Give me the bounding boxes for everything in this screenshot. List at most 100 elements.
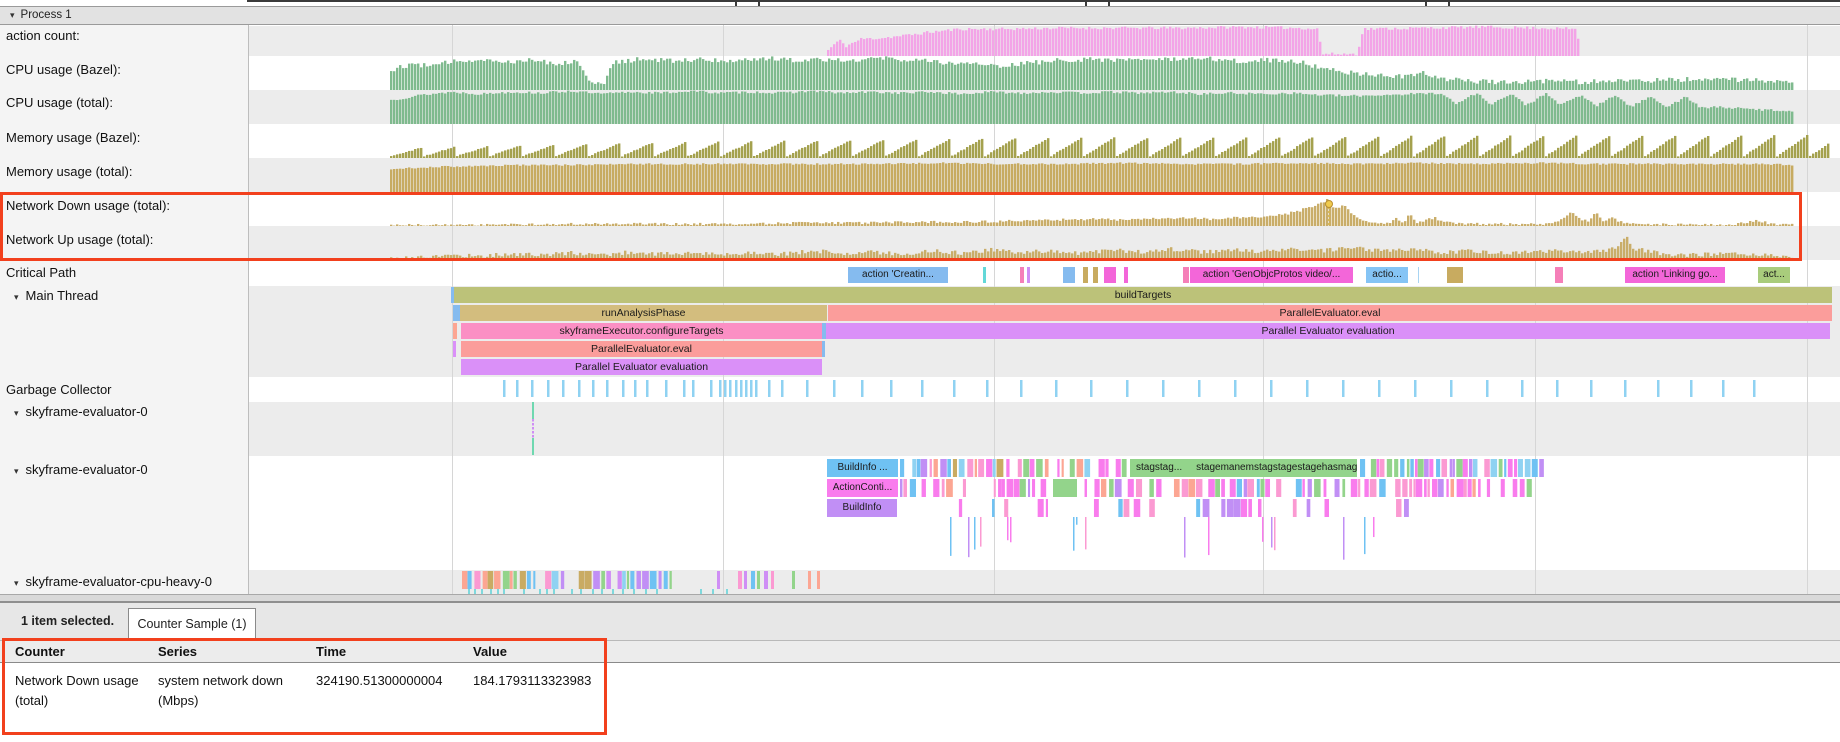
column-header-counter[interactable]: Counter bbox=[15, 641, 65, 662]
critical-path-slice[interactable]: action 'Creatin... bbox=[848, 267, 948, 283]
histogram-bar bbox=[1188, 58, 1190, 90]
panel-splitter[interactable] bbox=[0, 594, 1840, 603]
histogram-bar bbox=[1635, 80, 1637, 90]
histogram-bar bbox=[1530, 223, 1532, 226]
critical-path-slice[interactable] bbox=[1124, 267, 1128, 283]
skyframe-slice[interactable]: BuildInfo ... bbox=[827, 459, 898, 477]
histogram-bar bbox=[1686, 97, 1688, 124]
collapse-arrow-icon[interactable]: ▾ bbox=[14, 408, 19, 418]
histogram-bar bbox=[630, 252, 632, 260]
histogram-bar bbox=[1566, 163, 1568, 192]
sidebar-item-skyframe-evaluator-0[interactable]: ▾skyframe-evaluator-0 bbox=[14, 462, 148, 478]
skyframe-slice[interactable]: BuildInfo bbox=[827, 499, 897, 517]
thread-slice[interactable] bbox=[453, 341, 456, 357]
histogram-bar bbox=[1053, 253, 1055, 260]
column-header-value[interactable]: Value bbox=[473, 641, 507, 662]
histogram-bar bbox=[1725, 108, 1727, 124]
histogram-bar bbox=[1113, 137, 1115, 158]
critical-path-slice[interactable]: action 'Linking go... bbox=[1625, 267, 1725, 283]
histogram-bar bbox=[942, 223, 944, 226]
critical-path-slice[interactable] bbox=[1093, 267, 1098, 283]
histogram-bar bbox=[1740, 222, 1742, 226]
thread-slice[interactable]: ParallelEvaluator.eval bbox=[828, 305, 1832, 321]
critical-path-slice[interactable] bbox=[1104, 267, 1116, 283]
critical-path-slice[interactable] bbox=[1063, 267, 1075, 283]
histogram-bar bbox=[645, 145, 647, 158]
histogram-bar bbox=[624, 164, 626, 192]
histogram-bar bbox=[1671, 225, 1673, 226]
histogram-bar bbox=[576, 92, 578, 124]
histogram-bar bbox=[1722, 78, 1724, 90]
histogram-bar bbox=[909, 164, 911, 192]
column-header-time[interactable]: Time bbox=[316, 641, 346, 662]
critical-path-slice[interactable] bbox=[1447, 267, 1463, 283]
skyframe-stage-slice[interactable]: stagstag...stagemanemstagstagestagehasma… bbox=[1130, 459, 1357, 477]
histogram-bar bbox=[1395, 146, 1397, 158]
histogram-bar bbox=[789, 92, 791, 124]
collapse-arrow-icon[interactable]: ▾ bbox=[14, 466, 19, 476]
thread-slice[interactable] bbox=[822, 341, 825, 357]
histogram-bar bbox=[842, 43, 844, 56]
histogram-bar bbox=[1080, 94, 1082, 124]
critical-path-slice[interactable]: action 'GenObjcProtos video/... bbox=[1190, 267, 1353, 283]
thread-slice[interactable]: buildTargets bbox=[454, 287, 1832, 303]
collapse-arrow-icon[interactable]: ▾ bbox=[14, 292, 19, 302]
histogram-bar bbox=[630, 63, 632, 90]
thread-slice[interactable]: Parallel Evaluator evaluation bbox=[826, 323, 1830, 339]
histogram-bar bbox=[1389, 223, 1391, 226]
histogram-bar bbox=[1446, 81, 1448, 90]
thread-slice[interactable] bbox=[453, 323, 457, 339]
histogram-bar bbox=[819, 223, 821, 226]
histogram-bar bbox=[897, 149, 899, 158]
details-table-row[interactable]: Network Down usage (total) system networ… bbox=[0, 663, 1840, 742]
histogram-bar bbox=[840, 224, 842, 226]
histogram-bar bbox=[1071, 92, 1073, 124]
slice-sliver bbox=[1118, 499, 1122, 517]
histogram-bar bbox=[1223, 27, 1225, 56]
thread-slice[interactable]: Parallel Evaluator evaluation bbox=[461, 359, 822, 375]
histogram-bar bbox=[861, 91, 863, 124]
tab-counter-sample[interactable]: Counter Sample (1) bbox=[128, 608, 256, 640]
critical-path-slice[interactable]: act... bbox=[1758, 267, 1790, 283]
critical-path-slice[interactable] bbox=[1020, 267, 1024, 283]
histogram-bar bbox=[390, 71, 392, 90]
sidebar-item-skyframe-evaluator-0[interactable]: ▾skyframe-evaluator-0 bbox=[14, 404, 148, 420]
thread-slice[interactable]: runAnalysisPhase bbox=[460, 305, 827, 321]
histogram-bar bbox=[630, 93, 632, 124]
sidebar-item-main-thread[interactable]: ▾Main Thread bbox=[14, 288, 98, 304]
histogram-bar bbox=[1290, 212, 1292, 226]
histogram-bar bbox=[1110, 250, 1112, 260]
critical-path-slice[interactable] bbox=[1083, 267, 1088, 283]
thread-slice[interactable]: skyframeExecutor.configureTargets bbox=[461, 323, 822, 339]
critical-path-slice[interactable] bbox=[983, 267, 986, 283]
thread-slice[interactable] bbox=[453, 305, 460, 321]
critical-path-slice[interactable]: actio... bbox=[1366, 267, 1408, 283]
critical-path-slice[interactable] bbox=[1183, 267, 1189, 283]
column-header-series[interactable]: Series bbox=[158, 641, 197, 662]
sidebar-item-skyframe-evaluator-cpu-heavy-0[interactable]: ▾skyframe-evaluator-cpu-heavy-0 bbox=[14, 574, 212, 590]
critical-path-slice[interactable] bbox=[1418, 267, 1419, 283]
skyframe-slice[interactable]: ActionConti... bbox=[827, 479, 898, 497]
slice-sliver bbox=[900, 479, 902, 497]
histogram-bar bbox=[1170, 164, 1172, 192]
critical-path-slice[interactable] bbox=[1555, 267, 1563, 283]
histogram-bar bbox=[822, 91, 824, 124]
histogram-bar bbox=[942, 94, 944, 124]
histogram-bar bbox=[1238, 26, 1240, 56]
histogram-bar bbox=[1590, 218, 1592, 226]
histogram-bar bbox=[1650, 83, 1652, 90]
histogram-bar bbox=[1302, 251, 1304, 260]
histogram-bar bbox=[1344, 206, 1346, 226]
histogram-bar bbox=[453, 147, 455, 158]
skyframe-stage-slice[interactable] bbox=[1053, 479, 1077, 497]
histogram-bar bbox=[1097, 29, 1099, 56]
critical-path-slice[interactable] bbox=[1027, 267, 1030, 283]
histogram-bar bbox=[507, 149, 509, 158]
thread-slice[interactable]: ParallelEvaluator.eval bbox=[461, 341, 822, 357]
histogram-bar bbox=[489, 156, 491, 158]
collapse-arrow-icon[interactable]: ▾ bbox=[14, 578, 19, 588]
histogram-bar bbox=[1311, 68, 1313, 90]
histogram-bar bbox=[1430, 27, 1432, 56]
histogram-bar bbox=[444, 224, 446, 226]
histogram-bar bbox=[498, 166, 500, 192]
